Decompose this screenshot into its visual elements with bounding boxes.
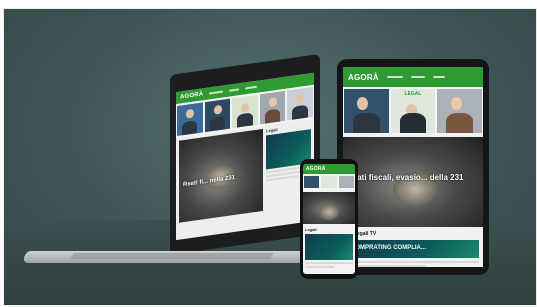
thumbnail[interactable] [344, 89, 389, 133]
thumbnail[interactable] [321, 176, 337, 188]
thumbnail-caption: LEGAL [404, 91, 422, 97]
text-lines [347, 261, 479, 267]
thumbnail[interactable] [204, 98, 231, 133]
thumbnail[interactable] [177, 102, 203, 137]
hero-image[interactable] [303, 192, 355, 224]
hero-image[interactable]: Reati fiscali, evasio... della 231 [343, 137, 483, 227]
laptop-keyboard [70, 253, 274, 259]
banner-text: COMPRATING COMPLIA... [351, 245, 426, 251]
photo-frame: AGORÀ Reati fi... nella 231 Legali AGORÀ… [3, 8, 537, 306]
smartphone: AGORÀ Legali [300, 159, 358, 279]
nav-item[interactable] [229, 88, 240, 92]
tablet: AGORÀ LEGAL Reati fiscali, evasio... del… [337, 59, 489, 275]
thumbnail-strip [303, 174, 355, 190]
site-header: AGORÀ [303, 164, 355, 174]
site-logo: AGORÀ [348, 72, 379, 82]
thumbnail[interactable] [259, 90, 286, 125]
nav-item[interactable] [432, 76, 445, 78]
thumbnail[interactable] [304, 176, 320, 188]
nav-item[interactable] [386, 76, 403, 78]
thumbnail[interactable]: LEGAL [390, 89, 436, 133]
hero-image[interactable]: Reati fi... nella 231 [179, 128, 263, 223]
hero-title[interactable]: Reati fiscali, evasio... della 231 [347, 173, 464, 182]
nav-item[interactable] [209, 90, 224, 95]
site-logo: AGORÀ [306, 166, 326, 172]
section-label: Legali [305, 227, 317, 232]
text-lines [305, 262, 353, 268]
tablet-screen: AGORÀ LEGAL Reati fiscali, evasio... del… [343, 67, 483, 267]
thumbnail-strip: LEGAL [343, 87, 483, 135]
phone-screen: AGORÀ Legali [303, 164, 355, 274]
promo-banner[interactable]: COMPRATING COMPLIA... [347, 240, 479, 258]
thumbnail[interactable] [338, 176, 354, 188]
thumbnail[interactable] [287, 86, 313, 121]
site-header: AGORÀ [343, 67, 483, 87]
promo-banner[interactable] [305, 234, 353, 260]
site-logo: AGORÀ [180, 91, 204, 101]
nav-item[interactable] [245, 85, 258, 90]
laptop-lid: AGORÀ Reati fi... nella 231 Legali [170, 53, 320, 255]
thumbnail[interactable] [232, 94, 258, 129]
nav-item[interactable] [410, 76, 425, 78]
laptop: AGORÀ Reati fi... nella 231 Legali [20, 53, 328, 275]
laptop-screen: AGORÀ Reati fi... nella 231 Legali [176, 72, 314, 241]
section-label: ...i Legali TV [347, 231, 377, 237]
thumbnail[interactable] [437, 89, 483, 133]
